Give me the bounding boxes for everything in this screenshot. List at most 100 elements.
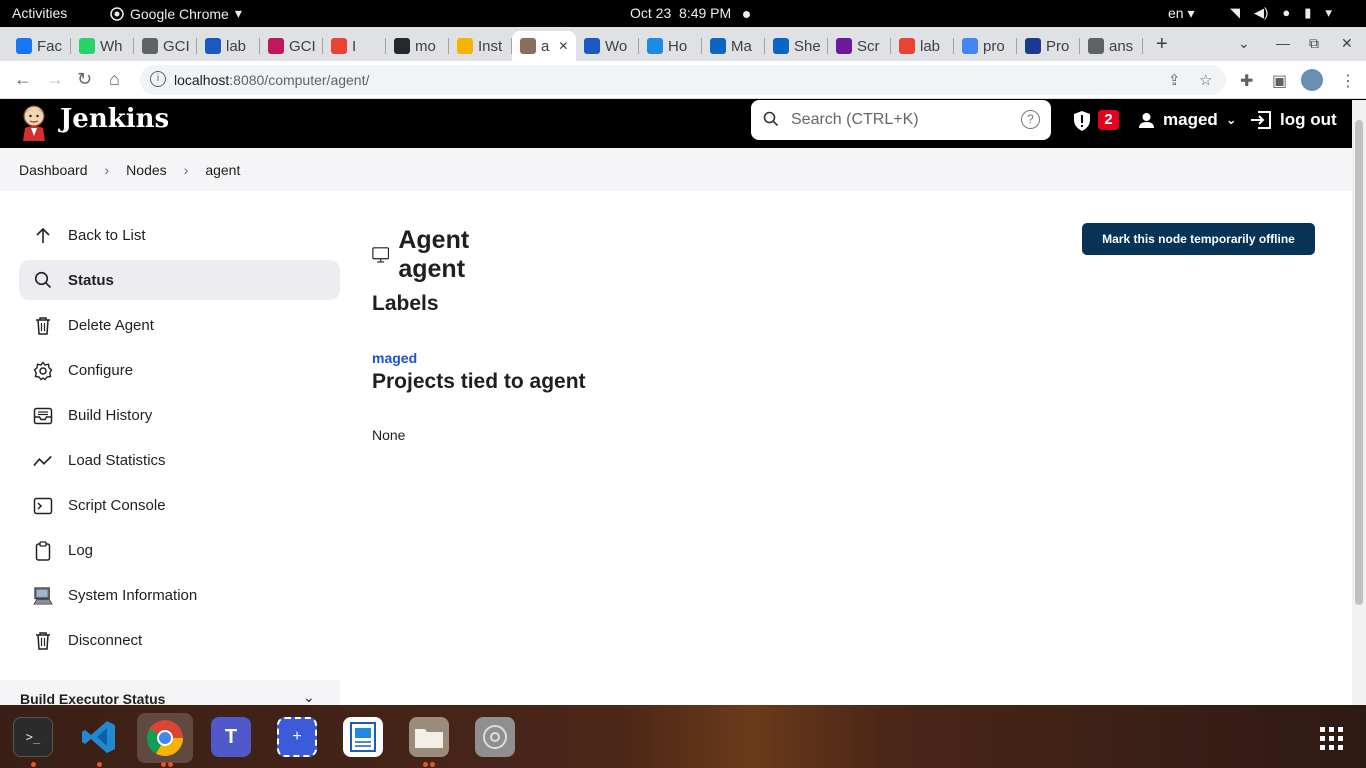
page-scrollbar[interactable] (1352, 100, 1366, 705)
page-title-row: Agent agent (372, 226, 482, 284)
mark-offline-button[interactable]: Mark this node temporarily offline (1082, 223, 1315, 255)
browser-tab[interactable]: lab (891, 31, 954, 61)
files-app-icon[interactable] (409, 717, 449, 757)
tab-favicon-icon (1088, 38, 1104, 54)
breadcrumb-dashboard[interactable]: Dashboard (19, 162, 88, 178)
restore-icon[interactable]: ⧉ (1309, 35, 1319, 52)
show-applications-icon[interactable] (1320, 727, 1343, 750)
side-panel-icon[interactable]: ▣ (1272, 71, 1287, 91)
language-indicator[interactable]: en ▾ (1168, 5, 1195, 22)
sidebar-item-configure[interactable]: Configure (19, 348, 340, 393)
scrollbar-thumb[interactable] (1355, 120, 1363, 605)
browser-tab[interactable]: GCI (134, 31, 197, 61)
tab-search-icon[interactable]: ⌄ (1238, 35, 1250, 52)
close-window-icon[interactable]: ✕ (1341, 35, 1353, 52)
browser-tab[interactable]: Scr (828, 31, 891, 61)
address-bar[interactable]: i localhost:8080/computer/agent/ ⇪ ☆ (140, 65, 1226, 95)
label-link-maged[interactable]: maged (372, 350, 417, 366)
app-menu[interactable]: Google Chrome ▾ (110, 5, 242, 22)
browser-tab[interactable]: Ho (639, 31, 702, 61)
clock[interactable]: Oct 23 8:49 PM (630, 5, 751, 21)
sidebar-item-label: System Information (68, 587, 198, 604)
tab-label: Fac (37, 37, 63, 55)
reload-icon[interactable]: ↻ (77, 69, 92, 90)
search-box[interactable]: ? (751, 100, 1051, 140)
user-menu[interactable]: maged ⌄ (1138, 110, 1237, 130)
tab-favicon-icon (584, 38, 600, 54)
close-tab-icon[interactable]: ✕ (558, 39, 568, 53)
jenkins-header: Jenkins ? 2 maged ⌄ log out (0, 100, 1352, 148)
extensions-icon[interactable]: ✚ (1240, 71, 1253, 91)
chevron-down-icon[interactable]: ⌄ (303, 689, 315, 705)
browser-tab[interactable]: Wh (71, 31, 134, 61)
system-tray[interactable]: ◥ ◀) ● ▮ ▾ (1230, 5, 1332, 21)
screenshot-app-icon[interactable]: + (277, 717, 317, 757)
browser-tab[interactable]: Ma (702, 31, 765, 61)
profile-avatar[interactable] (1301, 69, 1323, 91)
browser-tab[interactable]: I (323, 31, 386, 61)
browser-tab[interactable]: lab (197, 31, 260, 61)
sidebar-item-log[interactable]: Log (19, 528, 340, 573)
trash-icon (33, 316, 53, 336)
browser-tab[interactable]: mo (386, 31, 449, 61)
more-menu-icon[interactable]: ⋮ (1340, 71, 1356, 91)
new-tab-button[interactable]: + (1156, 33, 1168, 56)
minimize-icon[interactable]: — (1276, 35, 1290, 51)
jenkins-logo-icon[interactable] (18, 104, 50, 142)
vscode-logo-icon (82, 721, 115, 753)
browser-tab[interactable]: Fac (8, 31, 71, 61)
help-icon[interactable]: ? (1021, 110, 1040, 129)
tab-favicon-icon (710, 38, 726, 54)
url-text[interactable]: localhost:8080/computer/agent/ (174, 72, 369, 88)
sidebar-item-back-to-list[interactable]: Back to List (19, 213, 340, 258)
info-icon[interactable]: i (150, 71, 166, 87)
activities-button[interactable]: Activities (12, 5, 67, 21)
browser-tab[interactable]: Inst (449, 31, 512, 61)
browser-tab[interactable]: Pro (1017, 31, 1080, 61)
sidebar-item-system-information[interactable]: System Information (19, 573, 340, 618)
jenkins-brand[interactable]: Jenkins (60, 104, 169, 134)
tab-label: Wo (605, 37, 628, 55)
back-icon[interactable]: ← (14, 69, 32, 90)
wifi-icon: ◥ (1230, 5, 1240, 20)
browser-tab[interactable]: a ✕ (512, 31, 576, 61)
browser-tab[interactable]: ans (1080, 31, 1143, 61)
url-path: :8080/computer/agent/ (229, 72, 370, 88)
chrome-app-icon[interactable] (137, 713, 193, 763)
screenshot-plus-icon: + (292, 728, 302, 745)
forward-icon[interactable]: → (46, 69, 64, 90)
home-icon[interactable]: ⌂ (109, 69, 120, 90)
share-icon[interactable]: ⇪ (1168, 71, 1181, 89)
image-viewer-app-icon[interactable] (343, 717, 383, 757)
alerts-badge[interactable]: 2 (1098, 110, 1119, 130)
tab-label: I (352, 37, 357, 55)
sidebar-item-disconnect[interactable]: Disconnect (19, 618, 340, 663)
browser-tab[interactable]: pro (954, 31, 1017, 61)
tab-label: lab (226, 37, 247, 55)
search-input[interactable] (791, 108, 1011, 132)
browser-tab[interactable]: Wo (576, 31, 639, 61)
breadcrumb-agent[interactable]: agent (205, 162, 240, 178)
disk-app-icon[interactable] (475, 717, 515, 757)
sidebar-item-load-statistics[interactable]: Load Statistics (19, 438, 340, 483)
breadcrumb-nodes[interactable]: Nodes (126, 162, 166, 178)
terminal-app-icon[interactable]: >_ (13, 717, 53, 757)
vscode-app-icon[interactable] (79, 717, 119, 757)
sidebar-item-delete-agent[interactable]: Delete Agent (19, 303, 340, 348)
logout-link[interactable]: log out (1250, 110, 1337, 130)
tab-label: Ma (731, 37, 752, 55)
teams-app-icon[interactable]: T (211, 717, 251, 757)
browser-tab[interactable]: She (765, 31, 828, 61)
date-text: Oct 23 (630, 5, 672, 21)
security-shield-icon[interactable] (1072, 110, 1092, 132)
sidebar-item-script-console[interactable]: Script Console (19, 483, 340, 528)
logout-label: log out (1280, 110, 1337, 129)
browser-tab[interactable]: GCI (260, 31, 323, 61)
build-executor-status-panel[interactable]: Build Executor Status ⌄ (0, 680, 340, 705)
volume-icon: ◀) (1254, 5, 1269, 20)
jenkins-page: Jenkins ? 2 maged ⌄ log out Dashboard › … (0, 100, 1352, 705)
sidebar-item-build-history[interactable]: Build History (19, 393, 340, 438)
tab-label: a (541, 37, 550, 55)
sidebar-item-status[interactable]: Status (19, 260, 340, 300)
bookmark-star-icon[interactable]: ☆ (1199, 71, 1212, 89)
